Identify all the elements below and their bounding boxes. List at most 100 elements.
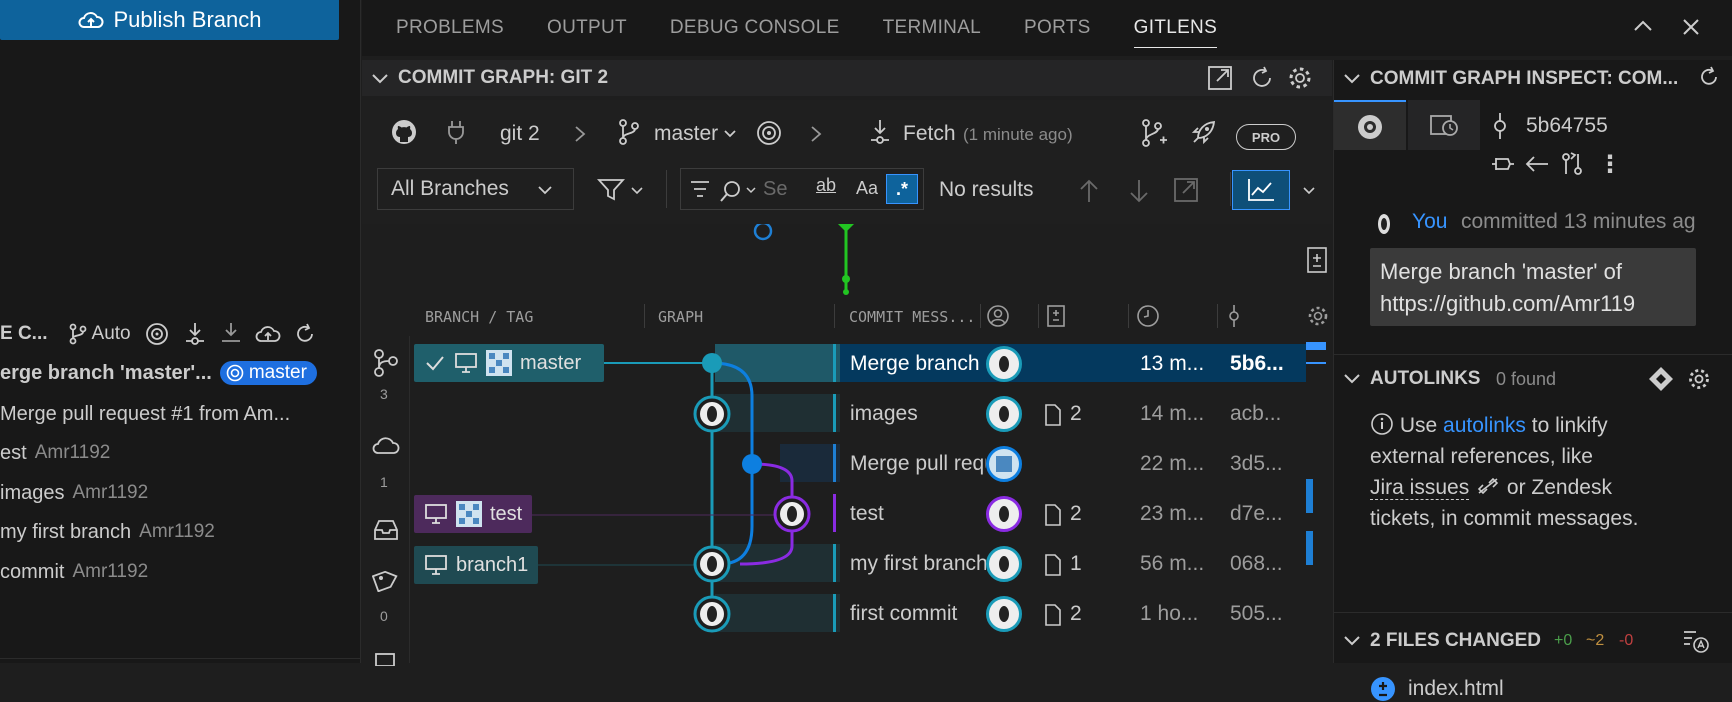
- plug-icon[interactable]: [444, 118, 468, 146]
- arrow-left-icon[interactable]: [1524, 154, 1550, 174]
- compare-icon[interactable]: [1560, 152, 1584, 176]
- match-case-toggle[interactable]: Aa: [856, 178, 878, 199]
- column-header-commit-message[interactable]: COMMIT MESS...: [849, 308, 975, 326]
- arrow-down-icon[interactable]: [1128, 178, 1150, 204]
- list-filter-icon[interactable]: [689, 179, 711, 199]
- refresh-icon[interactable]: [1696, 64, 1722, 90]
- table-row[interactable]: Merge branch 'master' of https://github.…: [410, 344, 1306, 388]
- list-item[interactable]: est Amr1192: [0, 436, 110, 470]
- table-row[interactable]: my first branch 1 56 m... 068...: [410, 544, 1306, 588]
- chevron-down-icon[interactable]: [1342, 68, 1362, 88]
- date-column-icon[interactable]: [1136, 304, 1160, 328]
- chevron-down-icon[interactable]: [1342, 368, 1362, 388]
- regex-toggle[interactable]: .*: [886, 174, 918, 204]
- author-column-icon[interactable]: [986, 304, 1010, 328]
- table-row[interactable]: test 2 23 m... d7e...: [410, 494, 1306, 538]
- gear-icon[interactable]: [1686, 366, 1712, 392]
- tab-ports[interactable]: PORTS: [1024, 0, 1091, 56]
- worktree-icon[interactable]: [372, 652, 400, 666]
- open-in-editor-icon[interactable]: [1206, 64, 1234, 92]
- target-icon[interactable]: [145, 322, 169, 346]
- gear-icon[interactable]: [1306, 304, 1330, 328]
- file-icon: [1044, 554, 1062, 576]
- refresh-icon[interactable]: [1248, 64, 1276, 92]
- tab-terminal[interactable]: TERMINAL: [883, 0, 981, 56]
- table-row[interactable]: images 2 14 m... acb...: [410, 394, 1306, 438]
- publish-branch-button[interactable]: Publish Branch: [0, 0, 339, 40]
- branches-select[interactable]: All Branches: [377, 168, 574, 210]
- commit-sha[interactable]: 5b64755: [1526, 114, 1608, 138]
- target-icon[interactable]: [756, 120, 782, 146]
- changes-column-icon[interactable]: [1046, 304, 1066, 328]
- search-box[interactable]: Se ab Aa .*: [680, 168, 924, 210]
- graph-minimap[interactable]: [362, 224, 1332, 296]
- repo-name[interactable]: git 2: [500, 122, 540, 146]
- list-item[interactable]: images Amr1192: [0, 476, 148, 510]
- pro-badge[interactable]: PRO: [1236, 124, 1296, 150]
- arrow-up-icon[interactable]: [1078, 178, 1100, 204]
- auto-label[interactable]: Auto: [92, 323, 131, 345]
- tab-working-changes[interactable]: [1408, 100, 1480, 150]
- chevron-down-icon[interactable]: [1342, 630, 1362, 650]
- branch-name[interactable]: master: [654, 122, 718, 146]
- fetch-icon[interactable]: [183, 321, 207, 347]
- fetch-icon[interactable]: [868, 118, 892, 146]
- pull-icon[interactable]: [219, 321, 243, 347]
- list-item[interactable]: commit Amr1192: [0, 555, 148, 589]
- details-toggle-icon[interactable]: [1306, 246, 1328, 274]
- table-row[interactable]: Merge pull request #1 22 m... 3d5...: [410, 444, 1306, 488]
- stash-icon[interactable]: [372, 518, 400, 542]
- column-header-graph[interactable]: GRAPH: [658, 308, 703, 326]
- branch-icon[interactable]: [68, 323, 88, 345]
- cloud-icon[interactable]: [372, 434, 400, 456]
- tab-output[interactable]: OUTPUT: [547, 0, 627, 56]
- list-item[interactable]: my first branch Amr1192: [0, 515, 215, 549]
- tag-icon[interactable]: [372, 568, 400, 592]
- tab-debug-console[interactable]: DEBUG CONSOLE: [670, 0, 840, 56]
- github-icon[interactable]: [390, 118, 418, 146]
- maximize-panel-icon[interactable]: [1632, 16, 1654, 38]
- diamond-icon[interactable]: [1648, 366, 1674, 392]
- chevron-down-icon[interactable]: [1302, 184, 1316, 198]
- open-in-editor-icon[interactable]: [1172, 176, 1200, 204]
- sha-column-icon[interactable]: [1224, 304, 1244, 328]
- filter-icon[interactable]: [597, 178, 625, 202]
- table-row[interactable]: first commit 2 1 ho... 505...: [410, 594, 1306, 638]
- branches-icon[interactable]: [372, 348, 400, 378]
- commit-author[interactable]: You: [1412, 210, 1447, 234]
- file-icon: [1044, 504, 1062, 526]
- autolinks-link[interactable]: autolinks: [1443, 414, 1526, 437]
- search-icon[interactable]: [719, 179, 743, 203]
- pin-icon[interactable]: [1490, 154, 1516, 174]
- search-input[interactable]: Se: [763, 178, 787, 201]
- list-item[interactable]: erge branch 'master'... master: [0, 356, 317, 390]
- view-as-tree-icon[interactable]: [1682, 628, 1710, 654]
- rocket-icon[interactable]: [1190, 118, 1218, 146]
- tab-gitlens[interactable]: GITLENS: [1133, 0, 1218, 56]
- link-icon: [1475, 475, 1501, 497]
- files-changed-count: 2: [1070, 502, 1082, 525]
- match-whole-word-toggle[interactable]: ab: [816, 175, 836, 196]
- list-item[interactable]: Merge pull request #1 from Am...: [0, 397, 290, 431]
- tab-problems[interactable]: PROBLEMS: [396, 0, 504, 56]
- push-icon[interactable]: [255, 323, 281, 345]
- chevron-down-icon[interactable]: [745, 184, 757, 196]
- jira-issues-link[interactable]: Jira issues: [1370, 476, 1470, 500]
- chevron-down-icon[interactable]: [630, 184, 644, 198]
- gear-icon[interactable]: [1286, 64, 1314, 92]
- chevron-down-icon: [370, 68, 390, 88]
- changed-file-name[interactable]: index.html: [1408, 677, 1504, 701]
- divider: [1334, 612, 1732, 613]
- column-header-branch-tag[interactable]: BRANCH / TAG: [425, 308, 533, 326]
- column-divider: [1038, 304, 1039, 328]
- refresh-icon[interactable]: [293, 322, 317, 346]
- tab-commit-details[interactable]: [1334, 100, 1406, 150]
- scrollbar[interactable]: [1306, 336, 1332, 663]
- minimap-toggle[interactable]: [1232, 170, 1290, 210]
- commit-graph-header[interactable]: COMMIT GRAPH: GIT 2: [362, 60, 1332, 96]
- more-actions-icon[interactable]: ⋮: [1598, 150, 1622, 179]
- fetch-button-label[interactable]: Fetch: [903, 122, 956, 146]
- close-panel-icon[interactable]: [1680, 16, 1702, 38]
- create-branch-icon[interactable]: [1140, 118, 1168, 148]
- commit-message-line: https://github.com/Amr119: [1380, 291, 1636, 316]
